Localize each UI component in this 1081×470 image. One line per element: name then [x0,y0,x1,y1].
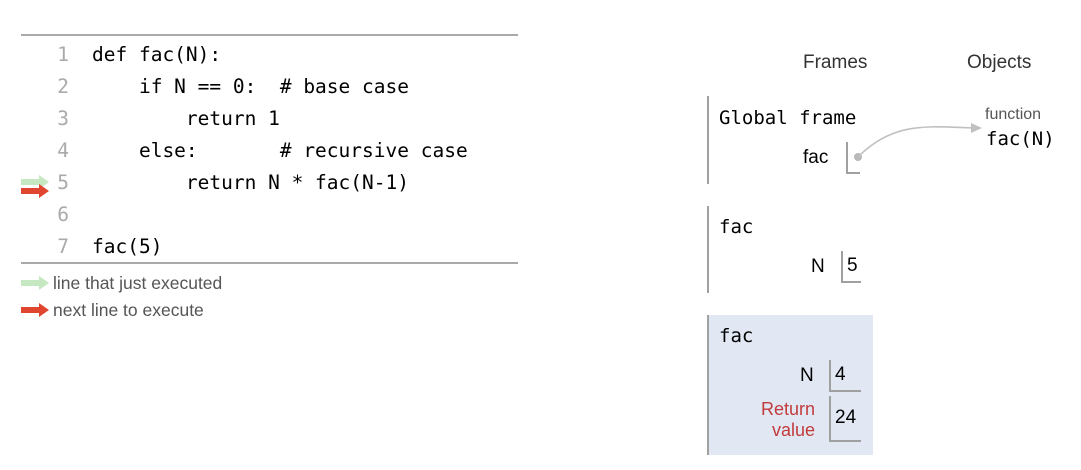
just-executed-legend-arrow-icon [21,276,49,290]
line-text: else: # recursive case [92,139,468,162]
global-frame-title: Global frame [719,107,857,129]
return-value-label: Return value [760,399,815,440]
legend-next-line-label: next line to execute [53,300,204,320]
code-line-7: 7 fac(5) [21,231,518,263]
code-line-4: 4 else: # recursive case [21,135,518,167]
fac-frame-1-var-n-value: 5 [847,255,858,276]
line-number: 3 [57,107,69,130]
code-line-2: 2 if N == 0: # base case [21,71,518,103]
fac-frame-2-active: fac N 4 Return value 24 [707,315,873,455]
code-line-3: 3 return 1 [21,103,518,135]
fac-frame-2-var-n-box: 4 [829,360,861,392]
code-bottom-rule [21,262,518,264]
line-text: return 1 [92,107,280,130]
fac-frame-1-var-n-box: 5 [841,251,861,283]
pointer-arrow-icon [857,123,982,158]
frames-header: Frames [803,52,868,73]
fac-frame-1: fac N 5 [707,206,873,293]
line-number: 1 [57,43,69,66]
function-object-type: function [985,106,1042,123]
fac-frame-1-title: fac [719,216,754,238]
line-text: def fac(N): [92,43,222,66]
line-text: return N * fac(N-1) [92,171,409,194]
fac-frame-1-var-n-name: N [811,256,825,277]
line-text: if N == 0: # base case [92,75,409,98]
objects-header: Objects [967,52,1032,73]
line-number: 4 [57,139,69,162]
line-number: 7 [57,235,69,258]
line-text: fac(5) [92,235,163,258]
fac-frame-2-title: fac [719,325,754,347]
code-top-rule [21,34,518,36]
code-line-6: 6 [21,199,518,231]
function-object-value: fac(N) [986,128,1055,150]
global-var-fac-name: fac [803,147,829,168]
line-number: 5 [57,171,69,194]
line-number: 6 [57,203,69,226]
global-frame: Global frame fac [707,96,873,184]
line-number: 2 [57,75,69,98]
next-line-legend-arrow-icon [21,303,49,317]
code-line-1: 1 def fac(N): [21,39,518,71]
fac-frame-2-var-n-value: 4 [835,364,846,385]
return-value: 24 [835,407,857,428]
return-value-box: 24 [829,396,861,442]
fac-frame-2-var-n-name: N [800,365,814,386]
legend-just-executed-label: line that just executed [53,273,223,293]
code-line-5: 5 return N * fac(N-1) [21,167,518,199]
